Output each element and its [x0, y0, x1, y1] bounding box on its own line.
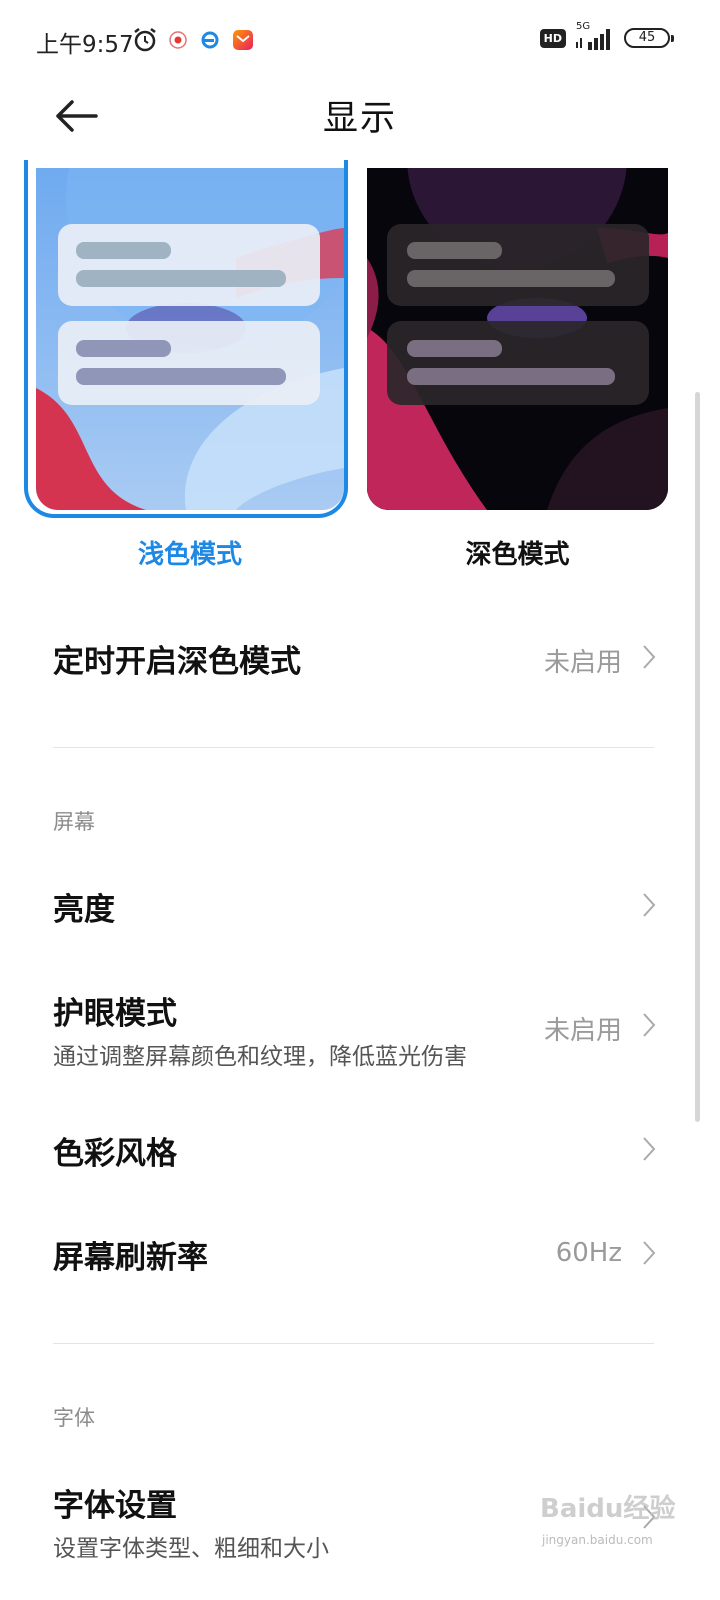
- top-app-bar: 显示: [0, 80, 720, 168]
- baidu-watermark-url: jingyan.baidu.com: [542, 1533, 653, 1547]
- brightness-row[interactable]: 亮度: [53, 884, 656, 928]
- status-bar: 上午9:57 HD 5G 45: [0, 0, 720, 80]
- refresh-rate-row[interactable]: 屏幕刷新率 60Hz: [53, 1232, 656, 1276]
- scrollbar[interactable]: [695, 392, 700, 1122]
- alarm-icon: [134, 28, 156, 52]
- selected-frame: [24, 160, 348, 518]
- chevron-right-icon: [643, 1137, 656, 1161]
- chevron-right-icon: [643, 893, 656, 917]
- page-title: 显示: [322, 99, 397, 139]
- mail-app-icon: [233, 30, 253, 50]
- dark-mode-label[interactable]: 深色模式: [367, 534, 668, 571]
- baidu-watermark: Baidu经验: [540, 1494, 676, 1524]
- section-header-font: 字体: [53, 1406, 95, 1430]
- chevron-right-icon: [643, 1241, 656, 1265]
- status-time: 上午9:57: [36, 32, 134, 58]
- network-type: 5G: [576, 21, 591, 32]
- brightness-title: 亮度: [53, 892, 115, 928]
- browser-icon: [201, 31, 219, 49]
- chevron-right-icon: [643, 645, 656, 669]
- hd-badge: HD: [539, 28, 566, 48]
- color-style-row[interactable]: 色彩风格: [53, 1128, 656, 1172]
- signal-icon: 5G: [574, 21, 616, 52]
- schedule-dark-mode-row[interactable]: 定时开启深色模式 未启用: [53, 636, 656, 680]
- eye-care-row[interactable]: 护眼模式 通过调整屏幕颜色和纹理，降低蓝光伤害 未启用: [53, 988, 656, 1070]
- divider: [53, 1343, 654, 1344]
- divider: [53, 747, 654, 748]
- color-style-title: 色彩风格: [53, 1136, 177, 1172]
- dark-mode-preview[interactable]: [367, 168, 668, 510]
- section-header-screen: 屏幕: [53, 810, 95, 834]
- battery-icon: 45: [624, 28, 674, 48]
- schedule-dark-mode-value: 未启用: [543, 648, 622, 678]
- refresh-rate-value: 60Hz: [555, 1238, 622, 1268]
- light-mode-label[interactable]: 浅色模式: [36, 534, 344, 571]
- eye-care-value: 未启用: [543, 1016, 622, 1046]
- record-icon: [169, 31, 187, 49]
- chevron-right-icon: [643, 1013, 656, 1037]
- status-right-group: HD 5G 45: [539, 21, 674, 52]
